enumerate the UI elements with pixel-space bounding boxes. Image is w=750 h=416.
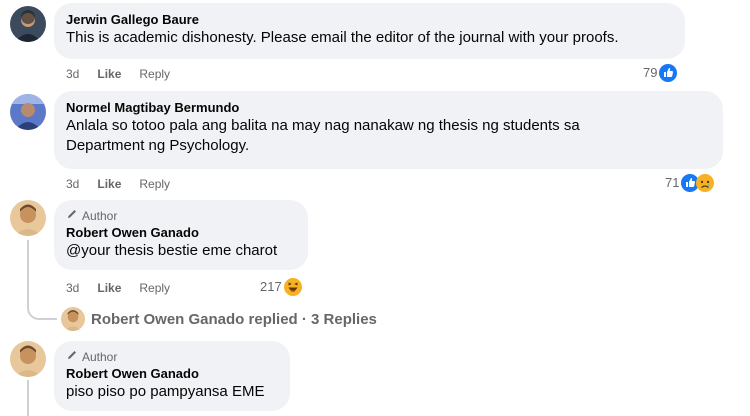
avatar-robert-small bbox=[61, 307, 85, 331]
comment-text: piso piso po pampyansa EME bbox=[66, 383, 265, 400]
comment-actions: 3d Like Reply bbox=[66, 66, 170, 82]
reply-button[interactable]: Reply bbox=[139, 280, 170, 296]
author-badge: Author bbox=[66, 208, 296, 224]
like-button[interactable]: Like bbox=[97, 280, 121, 296]
author-badge: Author bbox=[66, 349, 278, 365]
reply-button[interactable]: Reply bbox=[139, 176, 170, 192]
comment-time[interactable]: 3d bbox=[66, 66, 79, 82]
comment-author-name[interactable]: Normel Magtibay Bermundo bbox=[66, 99, 711, 116]
avatar-normel[interactable] bbox=[10, 94, 46, 130]
reaction-count: 71 bbox=[665, 175, 680, 190]
avatar-robert[interactable] bbox=[10, 200, 46, 236]
comment-time[interactable]: 3d bbox=[66, 280, 79, 296]
thread-connector-line bbox=[27, 380, 29, 416]
comment-text-line-2: Department ng Psychology. bbox=[66, 137, 250, 154]
reaction-summary[interactable]: 71 bbox=[665, 174, 715, 192]
reply-button[interactable]: Reply bbox=[139, 66, 170, 82]
like-button[interactable]: Like bbox=[97, 66, 121, 82]
thread-connector-curve bbox=[27, 296, 57, 320]
pen-icon bbox=[66, 208, 78, 224]
author-badge-label: Author bbox=[82, 349, 118, 364]
pen-icon bbox=[66, 349, 78, 365]
comment-author-name[interactable]: Robert Owen Ganado bbox=[66, 365, 278, 382]
comment-time[interactable]: 3d bbox=[66, 176, 79, 192]
comment-bubble-3: Author Robert Owen Ganado @your thesis b… bbox=[54, 200, 308, 270]
comment-actions: 3d Like Reply bbox=[66, 176, 170, 192]
comment-text-line-1: Anlala so totoo pala ang balita na may n… bbox=[66, 117, 580, 134]
comment-bubble-1: Jerwin Gallego Baure This is academic di… bbox=[54, 3, 685, 59]
thumbs-up-icon bbox=[659, 64, 678, 82]
comment-bubble-4: Author Robert Owen Ganado piso piso po p… bbox=[54, 341, 290, 411]
avatar-jerwin[interactable] bbox=[10, 6, 46, 42]
reaction-count: 79 bbox=[643, 65, 658, 80]
author-badge-label: Author bbox=[82, 208, 118, 223]
sad-face-icon bbox=[696, 174, 715, 192]
avatar-robert[interactable] bbox=[10, 341, 46, 377]
comment-author-name[interactable]: Robert Owen Ganado bbox=[66, 224, 296, 241]
laughing-face-icon bbox=[283, 278, 302, 296]
comment-actions: 3d Like Reply bbox=[66, 280, 170, 296]
reaction-count: 217 bbox=[260, 279, 282, 294]
view-replies-link[interactable]: Robert Owen Ganado replied · 3 Replies bbox=[61, 307, 377, 331]
comment-bubble-2: Normel Magtibay Bermundo Anlala so totoo… bbox=[54, 91, 723, 169]
like-button[interactable]: Like bbox=[97, 176, 121, 192]
thread-connector-line bbox=[27, 240, 29, 298]
comment-text: @your thesis bestie eme charot bbox=[66, 242, 278, 259]
comment-text: This is academic dishonesty. Please emai… bbox=[66, 29, 619, 46]
comment-author-name[interactable]: Jerwin Gallego Baure bbox=[66, 11, 673, 28]
replies-summary-text: Robert Owen Ganado replied · 3 Replies bbox=[91, 310, 377, 328]
reaction-summary[interactable]: 217 bbox=[260, 278, 302, 296]
reaction-summary[interactable]: 79 bbox=[643, 64, 678, 82]
